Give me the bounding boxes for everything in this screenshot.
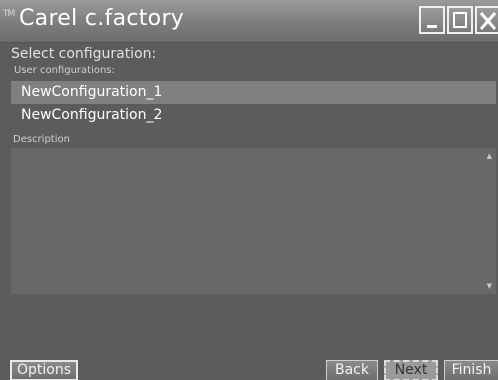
title-bar: TM Carel c.factory — [0, 0, 498, 43]
list-item[interactable]: NewConfiguration_1 — [11, 81, 496, 104]
scroll-down-icon[interactable]: ▼ — [487, 282, 492, 290]
window-title: Carel c.factory — [19, 6, 185, 31]
next-button[interactable]: Next — [384, 360, 438, 380]
finish-button[interactable]: Finish — [444, 360, 498, 380]
description-box[interactable]: ▲ ▼ — [11, 148, 496, 294]
user-configurations-label: User configurations: — [14, 65, 115, 76]
close-button[interactable] — [475, 6, 498, 34]
description-label: Description — [13, 134, 70, 145]
scroll-up-icon[interactable]: ▲ — [487, 152, 492, 160]
options-button[interactable]: Options — [10, 360, 78, 380]
list-item[interactable]: NewConfiguration_2 — [11, 104, 496, 127]
select-configuration-heading: Select configuration: — [11, 46, 157, 62]
logo-mark: TM — [3, 9, 15, 19]
close-icon — [479, 12, 497, 30]
back-button[interactable]: Back — [326, 360, 378, 380]
minimize-button[interactable] — [419, 6, 445, 34]
configuration-list[interactable]: NewConfiguration_1 NewConfiguration_2 — [11, 81, 496, 129]
app-window: TM Carel c.factory Select configuration:… — [0, 0, 498, 380]
maximize-button[interactable] — [447, 6, 473, 34]
main-content: Select configuration: User configuration… — [0, 43, 498, 380]
